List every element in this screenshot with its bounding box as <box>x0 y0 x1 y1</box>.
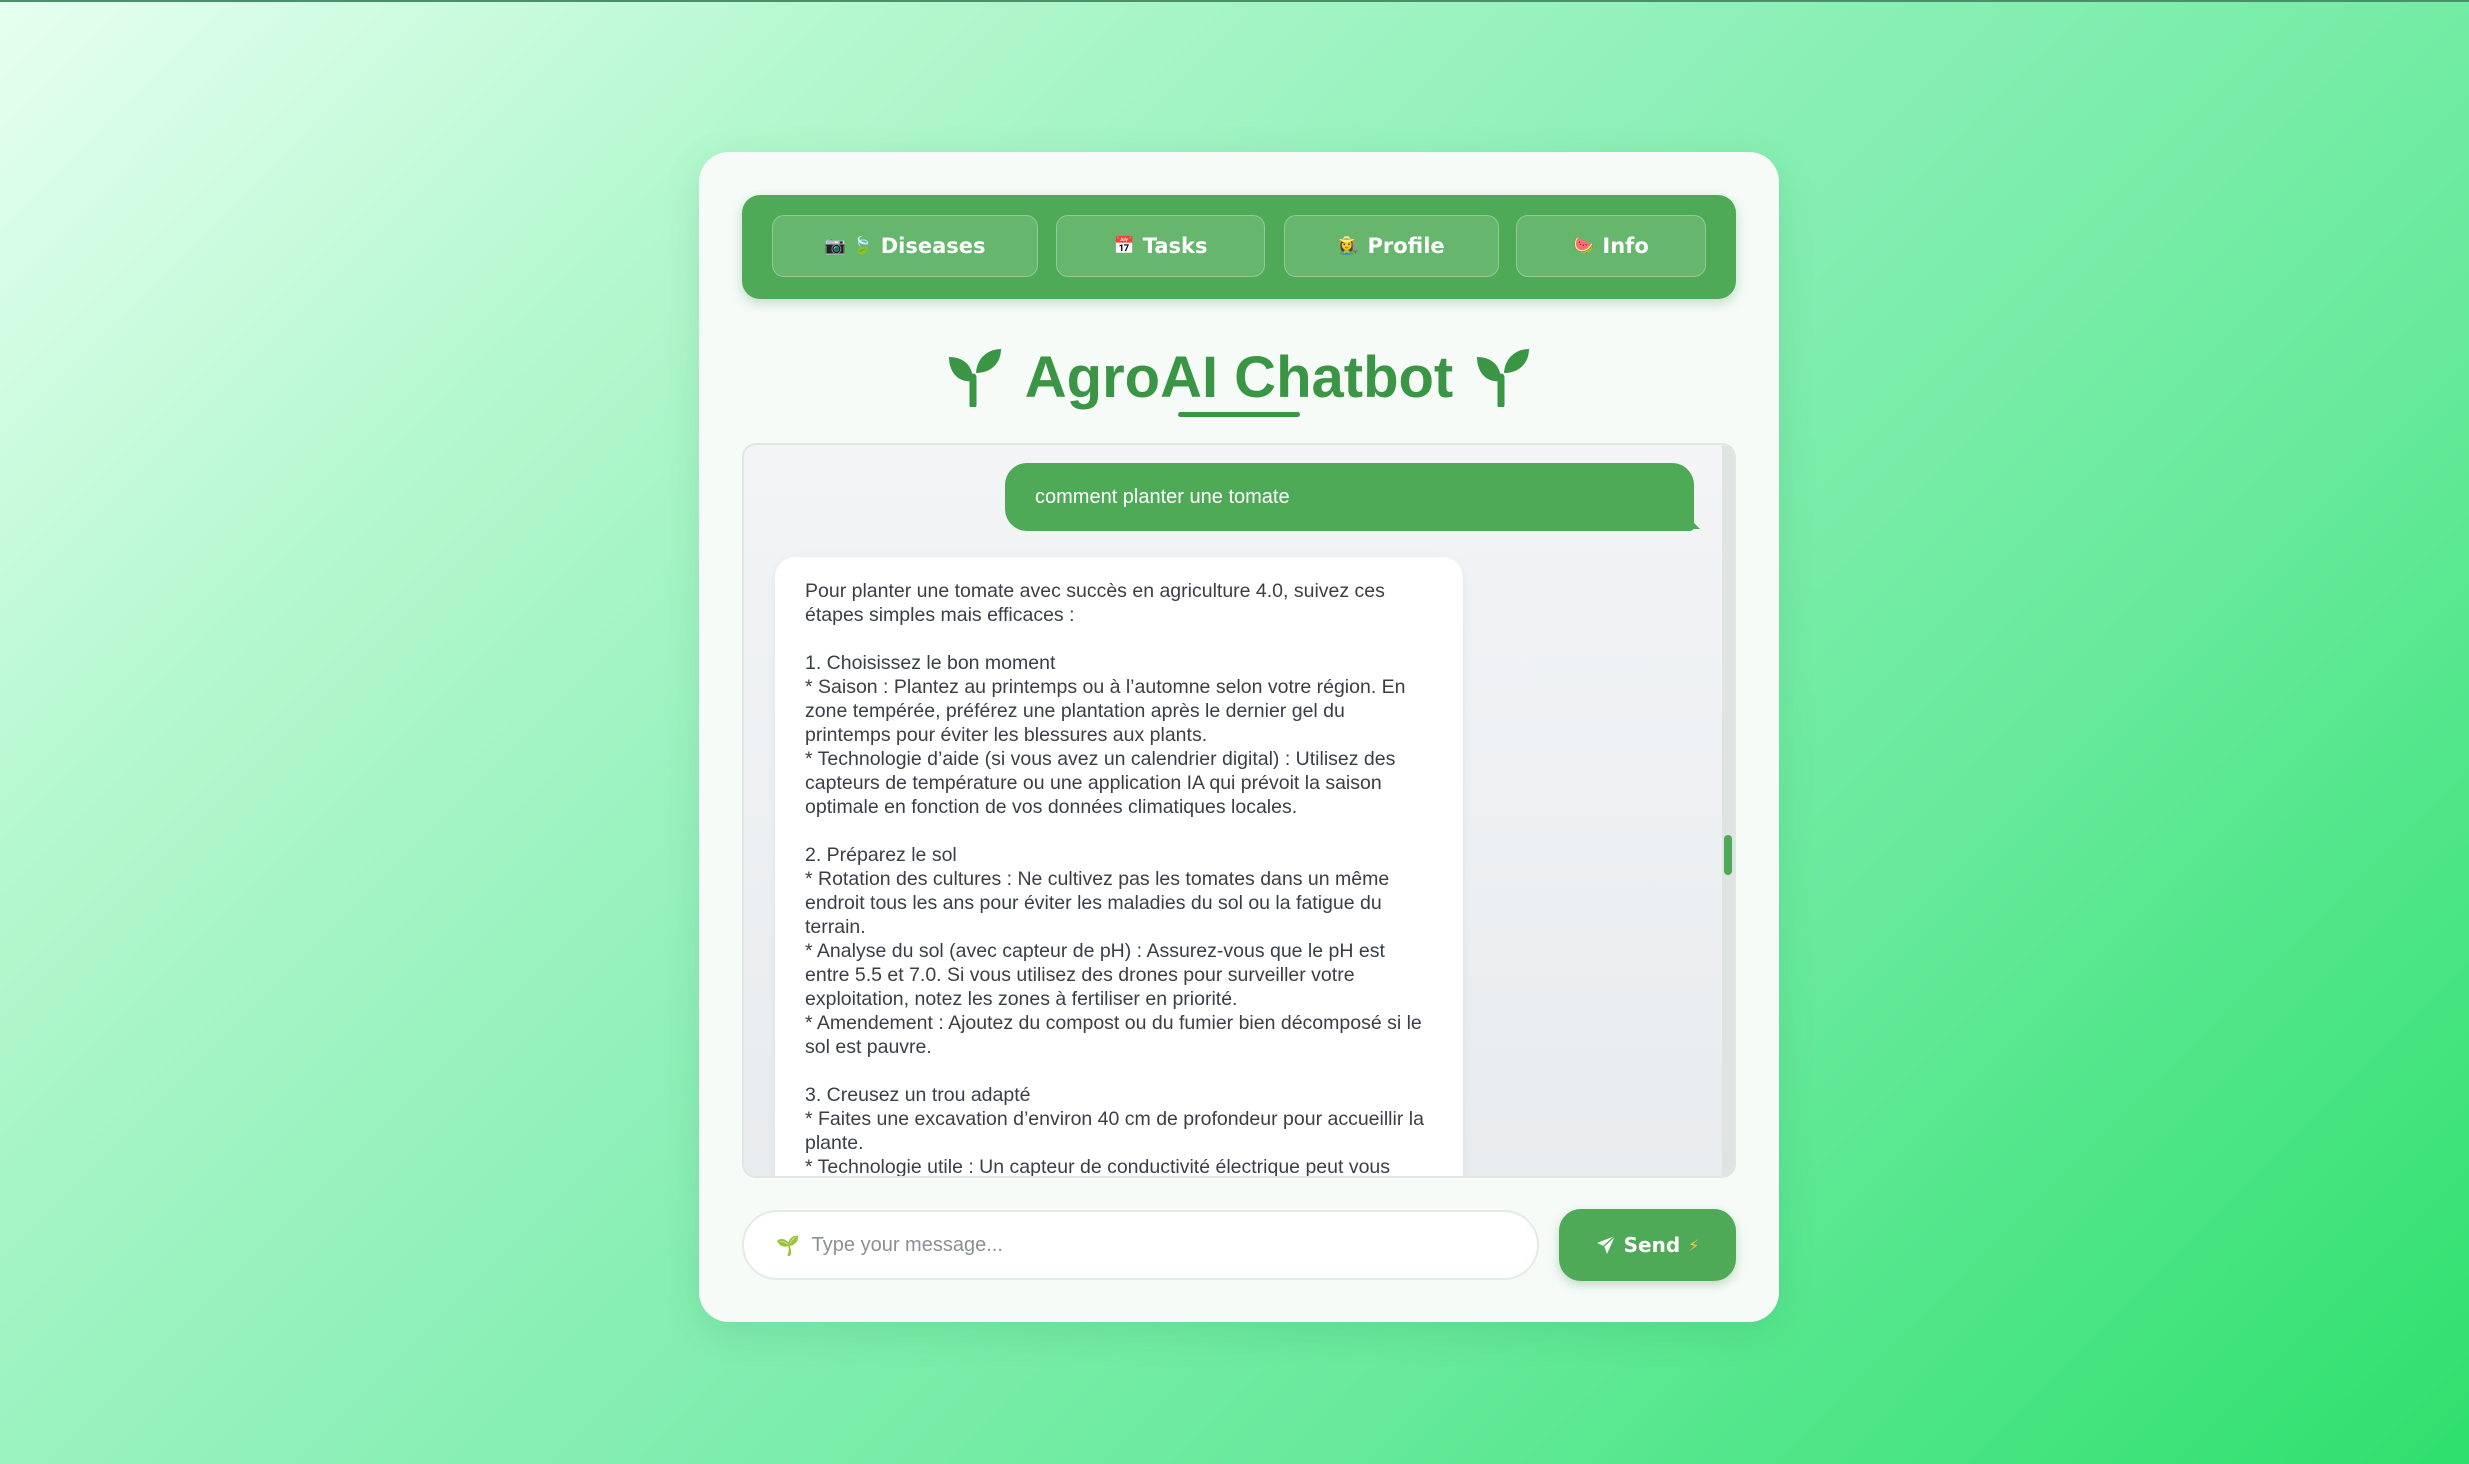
scrollbar-thumb[interactable] <box>1724 835 1732 875</box>
nav-tasks-label: Tasks <box>1142 234 1208 258</box>
watermelon-icon: 🍉 <box>1573 236 1595 256</box>
nav-profile-button[interactable]: 👩‍🌾 Profile <box>1284 215 1499 277</box>
message-input[interactable] <box>809 1232 1514 1258</box>
nav-profile-label: Profile <box>1367 234 1445 258</box>
nav-info-button[interactable]: 🍉 Info <box>1516 215 1706 277</box>
send-label: Send <box>1623 1233 1681 1257</box>
chat-window[interactable]: comment planter une tomate Pour planter … <box>742 443 1736 1178</box>
nav-diseases-label: Diseases <box>880 234 986 258</box>
message-input-wrapper[interactable]: 🌱 <box>742 1210 1539 1280</box>
nav-bar: 📷 🍃 Diseases 📅 Tasks 👩‍🌾 Profile 🍉 Info <box>742 195 1736 299</box>
paper-plane-icon <box>1596 1235 1616 1254</box>
calendar-icon: 📅 <box>1113 236 1135 256</box>
seedling-icon: 🌱 <box>776 1234 800 1257</box>
send-button[interactable]: Send ⚡ <box>1559 1209 1736 1281</box>
page-title: AgroAI Chatbot <box>1024 344 1454 410</box>
chatbot-card: 📷 🍃 Diseases 📅 Tasks 👩‍🌾 Profile 🍉 Info … <box>699 152 1779 1322</box>
user-bubble-tail <box>1684 513 1700 529</box>
top-edge-line <box>0 0 2469 2</box>
farmer-icon: 👩‍🌾 <box>1338 236 1360 256</box>
user-message-bubble: comment planter une tomate <box>1005 463 1694 531</box>
camera-leaf-icon: 📷 🍃 <box>824 236 873 256</box>
nav-info-label: Info <box>1602 234 1649 258</box>
sparkle-icon: ⚡ <box>1688 1235 1700 1255</box>
chat-scrollbar[interactable] <box>1722 445 1734 1176</box>
bot-message-bubble: Pour planter une tomate avec succès en a… <box>775 557 1463 1176</box>
sprout-icon <box>948 349 1001 407</box>
user-message-text: comment planter une tomate <box>1035 485 1290 508</box>
title-row: AgroAI Chatbot <box>699 337 1779 417</box>
nav-tasks-button[interactable]: 📅 Tasks <box>1056 215 1265 277</box>
nav-diseases-button[interactable]: 📷 🍃 Diseases <box>772 215 1038 277</box>
title-underline <box>1178 412 1300 417</box>
sprout-icon <box>1477 349 1530 407</box>
